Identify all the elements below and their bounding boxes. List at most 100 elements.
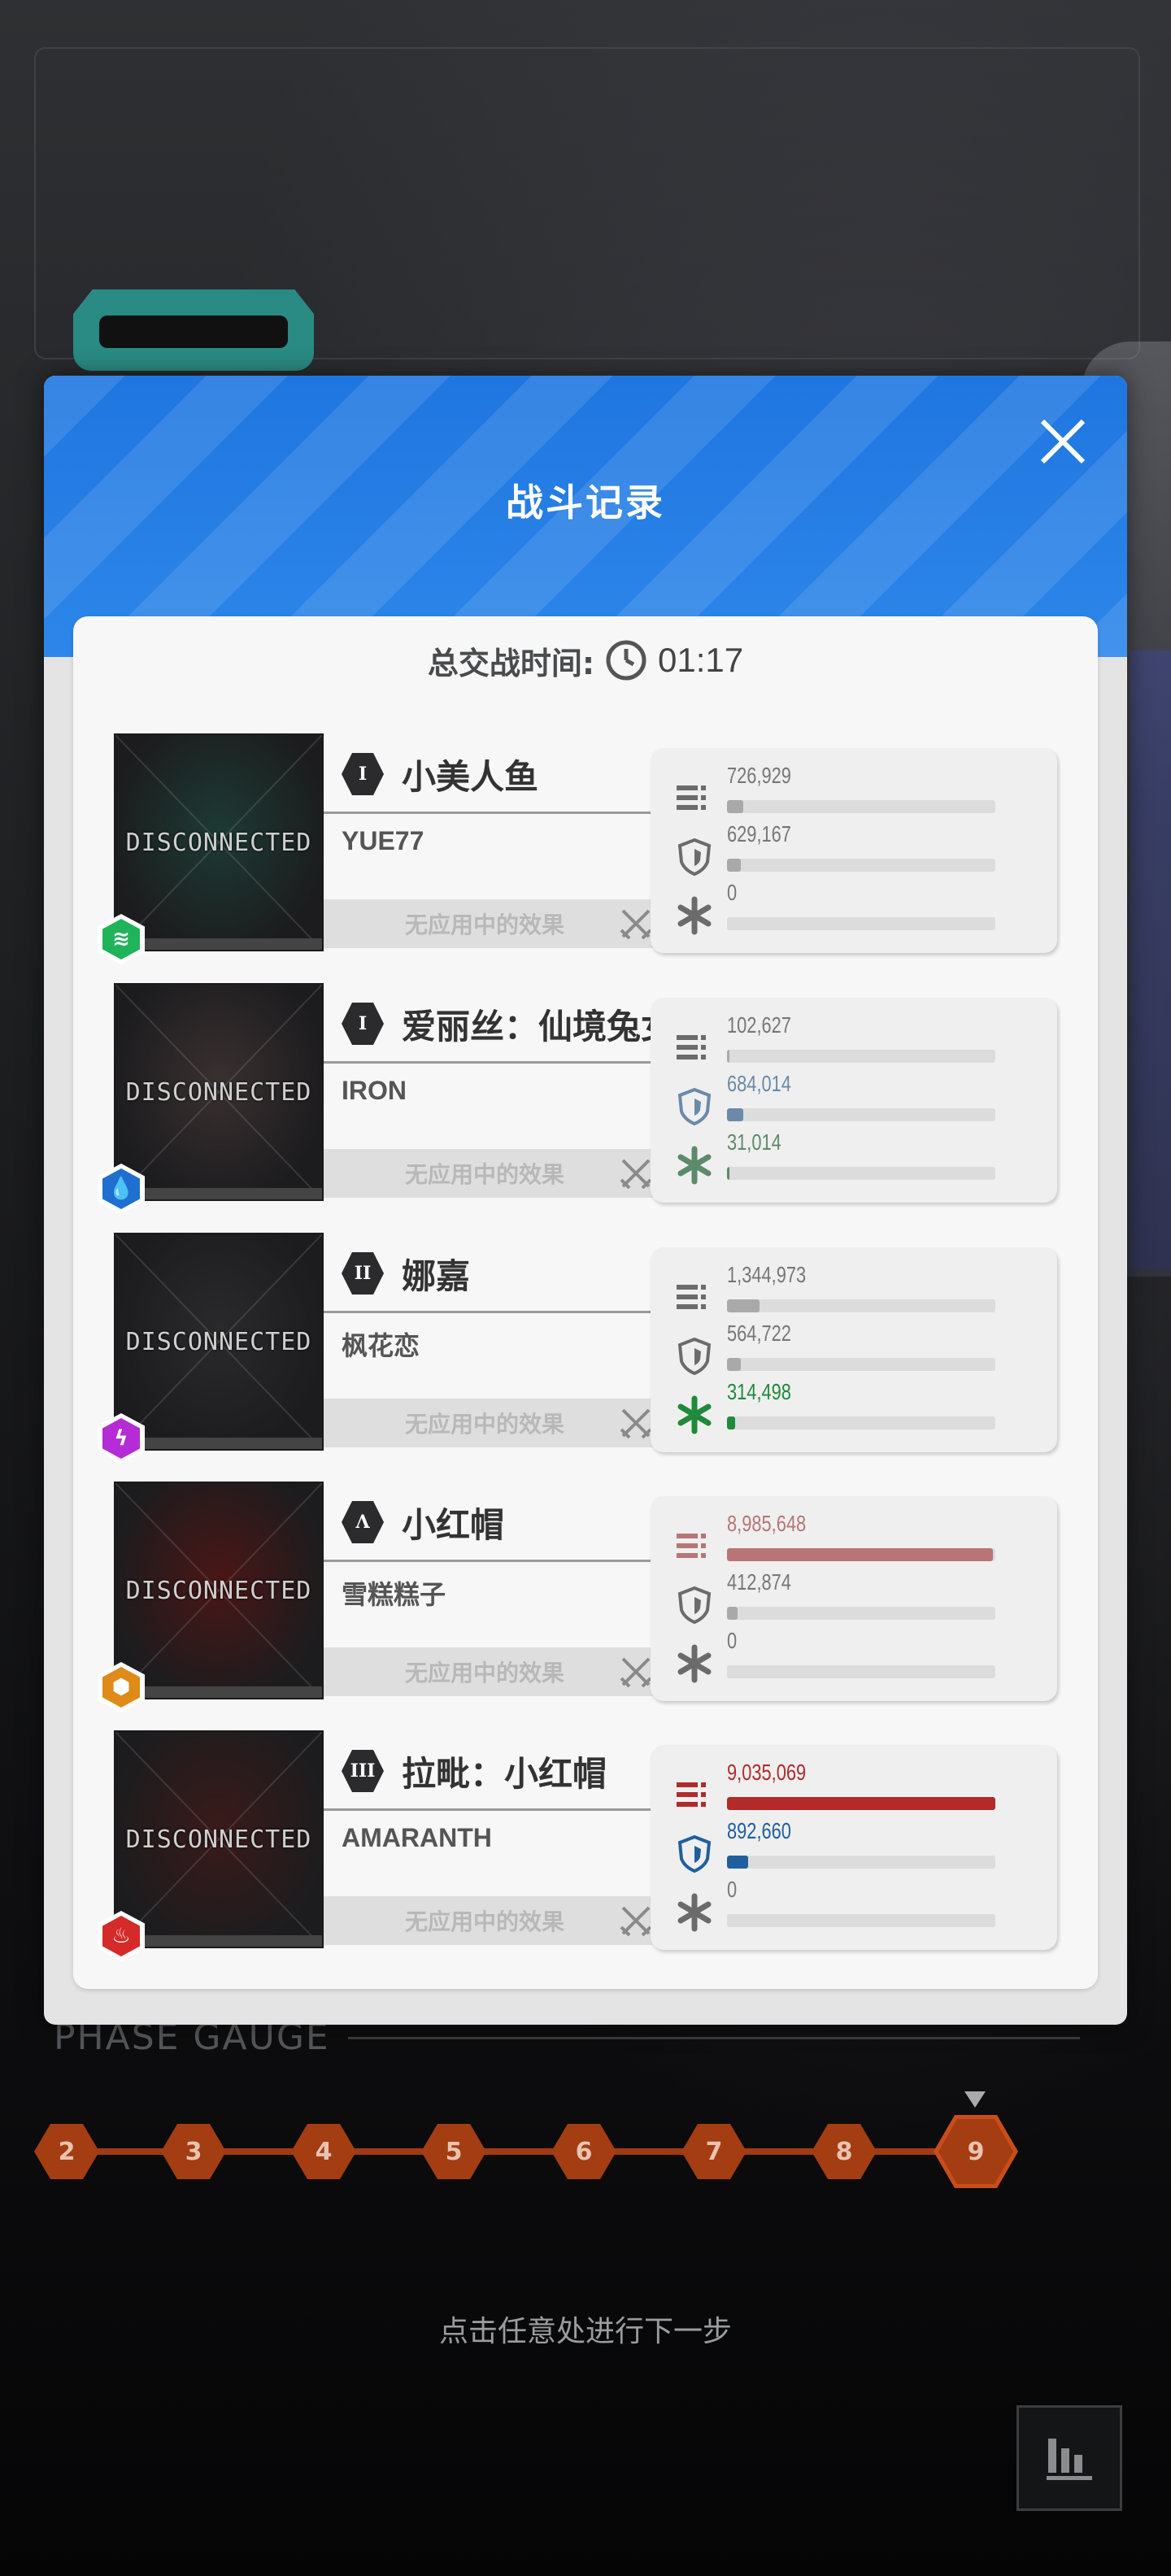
shield-bar [727,859,995,872]
avatar-base [115,1935,322,1947]
heal-bar [727,917,995,930]
burst-level-icon: Λ [342,1501,384,1543]
damage-value: 726,929 [727,763,791,788]
character-name: 拉毗：小红帽 [402,1754,607,1794]
damage-bar-fill [727,1797,995,1810]
damage-icon [675,779,714,818]
character-info: Λ 小红帽 雪糕糕子 无应用中的效果 [324,1482,665,1699]
heal-value: 0 [727,1628,738,1653]
heal-icon [675,1893,714,1932]
bar-chart-icon [1047,2439,1092,2480]
heal-bar [727,1416,995,1429]
heal-bar [727,1665,995,1678]
phase-gauge-pointer-icon [964,2091,986,2108]
statistics-button[interactable] [1016,2405,1122,2511]
player-name: 枫花恋 [342,1331,420,1360]
burst-level-icon: I [342,1003,384,1045]
damage-bar-fill [727,1548,993,1561]
damage-bar-fill [727,800,743,813]
character-info: I 小美人鱼 YUE77 无应用中的效果 [324,733,665,951]
damage-bar [727,1299,995,1312]
character-info: II 娜嘉 枫花恋 无应用中的效果 [324,1233,665,1451]
stats-panel: 1,344,973 564,722 314,498 [651,1247,1057,1452]
stats-panel: 102,627 684,014 31,014 [651,998,1057,1203]
player-row: DISCONNECTED ⬢ Λ 小红帽 雪糕糕子 无应用中的效果 8,985,… [98,1482,1057,1712]
effect-label: 无应用中的效果 [405,1908,565,1935]
heal-bar-fill [727,1416,735,1429]
disconnected-label: DISCONNECTED [125,1327,312,1356]
damage-icon [675,1776,714,1815]
avatar-base [115,1686,322,1698]
shield-stat: 412,874 [651,1569,1057,1626]
burst-level-icon: II [342,1252,384,1295]
heal-icon [675,1146,714,1185]
shield-value: 892,660 [727,1818,791,1843]
shield-stat: 892,660 [651,1818,1057,1875]
effect-label: 无应用中的效果 [405,1411,565,1438]
shield-bar-fill [727,1358,741,1371]
name-divider [324,1560,652,1562]
heal-stat: 314,498 [651,1379,1057,1436]
avatar-base [115,938,322,950]
heal-stat: 0 [651,1877,1057,1934]
crossed-swords-icon [620,1408,652,1439]
continue-hint[interactable]: 点击任意处进行下一步 [0,2308,1171,2350]
modal-title: 战斗记录 [506,481,665,524]
character-avatar: DISCONNECTED [114,983,324,1201]
shield-icon [675,1337,714,1376]
damage-value: 102,627 [727,1012,791,1038]
stats-panel: 9,035,069 892,660 0 [651,1745,1057,1950]
crossed-swords-icon [620,909,652,940]
crossed-swords-icon [620,1657,652,1688]
shield-stat: 564,722 [651,1321,1057,1377]
total-engagement-time: 总交战时间: 01:17 [73,636,1098,685]
shield-bar-fill [727,1856,749,1869]
shield-value: 629,167 [727,821,791,846]
damage-stat: 9,035,069 [651,1760,1057,1817]
effect-bar[interactable]: 无应用中的效果 [324,899,662,948]
disconnected-label: DISCONNECTED [125,1077,312,1107]
player-row: DISCONNECTED 💧 I 爱丽丝：仙境兔女 IRON 无应用中的效果 1… [98,983,1057,1214]
effect-bar[interactable]: 无应用中的效果 [324,1399,662,1447]
shield-bar [727,1856,995,1869]
damage-icon [675,1527,714,1566]
element-icon-inner: ≋ [102,919,140,959]
damage-stat: 102,627 [651,1012,1057,1069]
damage-bar [727,1797,995,1810]
shield-icon [675,1586,714,1625]
close-icon [1040,419,1086,464]
battle-record-modal: 战斗记录 总交战时间: 01:17 DISCONNECTED ≋ I 小美人鱼 … [44,376,1127,2025]
damage-bar-fill [727,1050,730,1063]
effect-bar[interactable]: 无应用中的效果 [324,1896,662,1945]
damage-bar [727,1548,995,1561]
player-row: DISCONNECTED ≋ I 小美人鱼 YUE77 无应用中的效果 726,… [98,733,1057,964]
heal-value: 0 [727,880,738,905]
player-name: 雪糕糕子 [342,1580,446,1609]
character-name: 爱丽丝：仙境兔女 [402,1007,662,1046]
effect-bar[interactable]: 无应用中的效果 [324,1149,662,1198]
damage-value: 1,344,973 [727,1262,807,1287]
stats-panel: 8,985,648 412,874 0 [651,1496,1057,1701]
avatar-base [115,1188,322,1199]
character-name: 小美人鱼 [402,757,539,797]
background-capsule-inner [99,315,288,348]
disconnected-label: DISCONNECTED [125,828,312,857]
avatar-base [115,1438,322,1449]
close-button[interactable] [1034,413,1091,470]
character-avatar: DISCONNECTED [114,1730,324,1948]
element-icon-inner: 💧 [102,1168,140,1209]
shield-icon [675,1087,714,1126]
heal-value: 314,498 [727,1379,791,1404]
effect-label: 无应用中的效果 [405,912,565,938]
shield-bar-fill [727,1607,738,1620]
effect-bar[interactable]: 无应用中的效果 [324,1647,662,1696]
heal-icon [675,896,714,935]
shield-value: 684,014 [727,1071,791,1096]
player-name: AMARANTH [342,1823,492,1852]
clock-icon [606,640,646,681]
battle-record-content: 总交战时间: 01:17 DISCONNECTED ≋ I 小美人鱼 YUE77… [73,616,1098,1989]
phase-node-current-label: 9 [938,2119,1013,2184]
name-divider [324,812,652,814]
character-avatar: DISCONNECTED [114,1233,324,1451]
shield-icon [675,1834,714,1873]
